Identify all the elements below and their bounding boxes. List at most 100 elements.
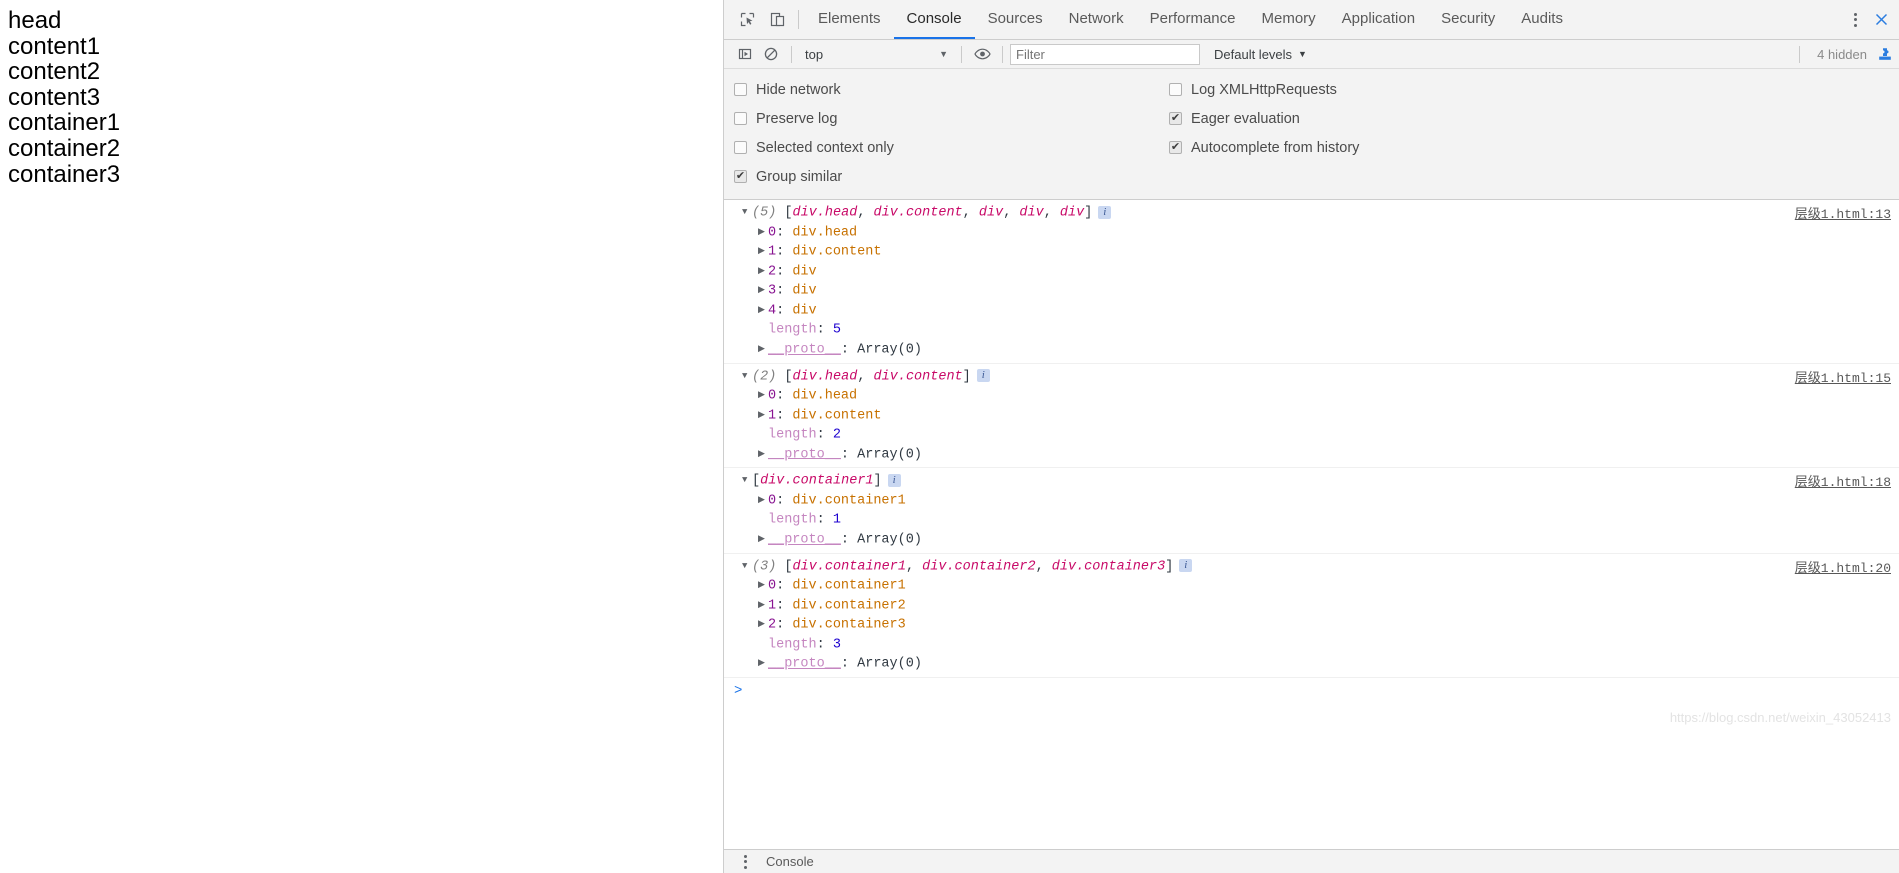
- close-icon[interactable]: [1869, 13, 1899, 26]
- drawer-more-options-icon[interactable]: [734, 854, 756, 869]
- object-row-value[interactable]: div.container1: [792, 579, 905, 594]
- info-badge-icon[interactable]: i: [976, 369, 990, 382]
- console-object-row[interactable]: 0: div.container1: [724, 576, 1899, 596]
- clear-console-icon[interactable]: [732, 42, 758, 67]
- no-entry-icon[interactable]: [758, 42, 784, 67]
- console-prompt-row[interactable]: >: [724, 678, 1899, 700]
- info-badge-icon[interactable]: i: [887, 473, 901, 487]
- console-proto-row[interactable]: __proto__: Array(0): [724, 340, 1899, 360]
- disclosure-triangle-open-icon[interactable]: [742, 367, 752, 385]
- object-row-value[interactable]: div: [792, 303, 816, 318]
- preview-node-name[interactable]: div: [1019, 206, 1043, 221]
- console-message-group[interactable]: (3) [div.container1, div.container2, div…: [724, 554, 1899, 678]
- disclosure-triangle-closed-icon-2[interactable]: [758, 445, 768, 463]
- console-proto-row[interactable]: __proto__: Array(0): [724, 445, 1899, 465]
- preview-node-name[interactable]: div.container1: [793, 559, 906, 574]
- checkbox-icon[interactable]: [734, 112, 747, 125]
- console-settings-puzzle-icon[interactable]: [1877, 47, 1899, 61]
- setting-hide-network[interactable]: Hide network: [734, 75, 1169, 104]
- console-source-link[interactable]: 层级1.html:18: [1795, 471, 1891, 490]
- log-level-select[interactable]: Default levels ▼: [1214, 47, 1307, 62]
- tab-performance[interactable]: Performance: [1137, 0, 1249, 39]
- tab-security[interactable]: Security: [1428, 0, 1508, 39]
- preview-node-name[interactable]: div.container1: [760, 474, 873, 489]
- disclosure-triangle-closed-icon-2[interactable]: [758, 530, 768, 548]
- console-object-row[interactable]: 0: div.head: [724, 223, 1899, 243]
- info-badge-icon[interactable]: i: [1098, 205, 1112, 219]
- object-row-value[interactable]: div.container3: [792, 618, 905, 633]
- object-row-value[interactable]: div.head: [792, 225, 857, 240]
- console-proto-row[interactable]: __proto__: Array(0): [724, 654, 1899, 674]
- tab-audits[interactable]: Audits: [1508, 0, 1576, 39]
- console-object-row[interactable]: 2: div.container3: [724, 615, 1899, 635]
- object-row-value[interactable]: div.container2: [792, 598, 905, 613]
- console-object-row[interactable]: 0: div.container1: [724, 491, 1899, 511]
- console-object-row[interactable]: 3: div: [724, 281, 1899, 301]
- setting-eager-evaluation[interactable]: Eager evaluation: [1169, 104, 1359, 133]
- drawer-tab-console[interactable]: Console: [756, 854, 824, 869]
- console-message-header[interactable]: (2) [div.head, div.content] i: [724, 367, 1899, 387]
- disclosure-triangle-closed-icon-2[interactable]: [758, 654, 768, 672]
- more-options-icon[interactable]: [1841, 12, 1869, 27]
- checkbox-icon[interactable]: [734, 141, 747, 154]
- disclosure-triangle-closed-icon[interactable]: [758, 491, 768, 509]
- preview-node-name[interactable]: div.head: [793, 206, 858, 221]
- console-object-row[interactable]: 4: div: [724, 301, 1899, 321]
- disclosure-triangle-closed-icon-2[interactable]: [758, 340, 768, 358]
- console-object-row[interactable]: 1: div.container2: [724, 596, 1899, 616]
- tab-memory[interactable]: Memory: [1249, 0, 1329, 39]
- object-row-value[interactable]: div.content: [792, 245, 881, 260]
- console-source-link[interactable]: 层级1.html:15: [1795, 367, 1891, 386]
- console-object-row[interactable]: 2: div: [724, 262, 1899, 282]
- checkbox-icon[interactable]: [1169, 141, 1182, 154]
- checkbox-icon[interactable]: [1169, 112, 1182, 125]
- preview-node-name[interactable]: div: [1060, 206, 1084, 221]
- console-message-header[interactable]: (5) [div.head, div.content, div, div, di…: [724, 203, 1899, 223]
- setting-preserve-log[interactable]: Preserve log: [734, 104, 1169, 133]
- disclosure-triangle-closed-icon[interactable]: [758, 596, 768, 614]
- console-message-list[interactable]: (5) [div.head, div.content, div, div, di…: [724, 200, 1899, 873]
- object-row-value[interactable]: div.container1: [792, 493, 905, 508]
- checkbox-icon[interactable]: [734, 83, 747, 96]
- console-message-group[interactable]: [div.container1]i0: div.container1length…: [724, 468, 1899, 554]
- console-object-row[interactable]: 1: div.content: [724, 242, 1899, 262]
- disclosure-triangle-open-icon[interactable]: [742, 557, 752, 575]
- disclosure-triangle-closed-icon[interactable]: [758, 262, 768, 280]
- checkbox-icon[interactable]: [734, 170, 747, 183]
- disclosure-triangle-closed-icon[interactable]: [758, 386, 768, 404]
- live-expression-eye-icon[interactable]: [969, 42, 995, 67]
- setting-log-xmlhttprequests[interactable]: Log XMLHttpRequests: [1169, 75, 1359, 104]
- console-filter-input[interactable]: [1010, 43, 1200, 65]
- setting-selected-context-only[interactable]: Selected context only: [734, 133, 1169, 162]
- tab-elements[interactable]: Elements: [805, 0, 894, 39]
- tab-application[interactable]: Application: [1329, 0, 1428, 39]
- object-row-value[interactable]: div: [792, 284, 816, 299]
- device-toolbar-icon[interactable]: [762, 0, 792, 39]
- console-message-header[interactable]: [div.container1] i: [724, 471, 1899, 491]
- disclosure-triangle-open-icon[interactable]: [742, 203, 752, 221]
- tab-network[interactable]: Network: [1056, 0, 1137, 39]
- object-row-value[interactable]: div: [792, 264, 816, 279]
- console-object-row[interactable]: 0: div.head: [724, 386, 1899, 406]
- checkbox-icon[interactable]: [1169, 83, 1182, 96]
- preview-node-name[interactable]: div.content: [874, 206, 963, 221]
- console-source-link[interactable]: 层级1.html:13: [1795, 203, 1891, 222]
- info-badge-icon[interactable]: i: [1179, 559, 1193, 573]
- disclosure-triangle-closed-icon[interactable]: [758, 281, 768, 299]
- preview-node-name[interactable]: div.head: [793, 369, 858, 384]
- disclosure-triangle-open-icon[interactable]: [742, 471, 752, 489]
- preview-node-name[interactable]: div: [979, 206, 1003, 221]
- console-message-header[interactable]: (3) [div.container1, div.container2, div…: [724, 557, 1899, 577]
- console-source-link[interactable]: 层级1.html:20: [1795, 557, 1891, 576]
- object-row-value[interactable]: div.head: [792, 389, 857, 404]
- console-proto-row[interactable]: __proto__: Array(0): [724, 530, 1899, 550]
- preview-node-name[interactable]: div.container3: [1052, 559, 1165, 574]
- disclosure-triangle-closed-icon[interactable]: [758, 223, 768, 241]
- disclosure-triangle-closed-icon[interactable]: [758, 406, 768, 424]
- setting-autocomplete-from-history[interactable]: Autocomplete from history: [1169, 133, 1359, 162]
- disclosure-triangle-closed-icon[interactable]: [758, 576, 768, 594]
- execution-context-select[interactable]: top ▼: [799, 43, 954, 66]
- setting-group-similar[interactable]: Group similar: [734, 162, 1169, 191]
- tab-console[interactable]: Console: [893, 0, 975, 39]
- preview-node-name[interactable]: div.content: [874, 369, 963, 384]
